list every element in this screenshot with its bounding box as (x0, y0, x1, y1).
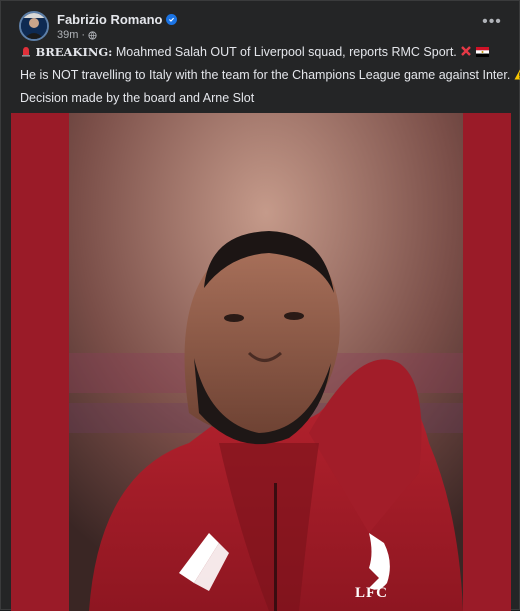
player-photo: LFC (69, 113, 463, 611)
verified-icon (166, 14, 178, 25)
cross-mark-icon (460, 45, 472, 60)
post-line-3: Decision made by the board and Arne Slot (20, 91, 510, 105)
more-options-button[interactable]: ••• (481, 13, 503, 31)
post-line-3-text: Decision made by the board and Arne Slot (20, 91, 255, 106)
post-line-2-text: He is NOT travelling to Italy with the t… (20, 68, 511, 83)
siren-icon (20, 45, 32, 60)
post-line-1: BREAKING: Moahmed Salah OUT of Liverpool… (20, 45, 510, 60)
post-line-2: He is NOT travelling to Italy with the t… (20, 68, 520, 83)
post-line-1-text: Moahmed Salah OUT of Liverpool squad, re… (112, 45, 457, 59)
globe-icon (88, 30, 97, 40)
author-row: Fabrizio Romano (57, 12, 178, 27)
post-text: BREAKING: Moahmed Salah OUT of Liverpool… (20, 45, 520, 113)
post-header: Fabrizio Romano 39m · ••• (15, 9, 507, 45)
warning-icon (514, 69, 520, 83)
post-card: Fabrizio Romano 39m · ••• BREAKING: Moah… (0, 0, 520, 611)
post-image[interactable]: LFC (11, 113, 511, 611)
author-name[interactable]: Fabrizio Romano (57, 12, 162, 27)
crest-text: LFC (355, 585, 388, 601)
post-meta: 39m · (57, 29, 97, 41)
author-avatar[interactable] (19, 11, 49, 41)
egypt-flag-icon (475, 46, 489, 60)
breaking-label: BREAKING: (35, 45, 113, 59)
meta-separator: · (81, 29, 86, 41)
post-time[interactable]: 39m (57, 29, 78, 41)
